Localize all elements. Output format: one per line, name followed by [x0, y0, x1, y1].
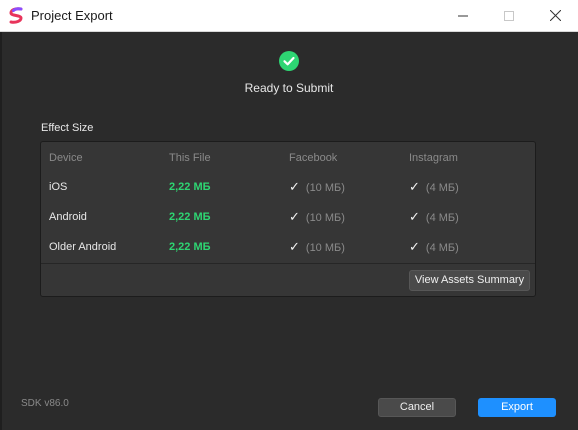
row-file-size: 2,22 МБ [169, 241, 211, 253]
check-icon: ✓ [409, 179, 420, 194]
status-text: Ready to Submit [244, 81, 334, 95]
minimize-button[interactable] [440, 0, 486, 31]
section-title-effect-size: Effect Size [41, 122, 94, 134]
divider [41, 263, 535, 264]
maximize-icon [504, 10, 514, 21]
spark-logo-icon [9, 7, 23, 24]
check-icon: ✓ [289, 179, 300, 194]
window-title: Project Export [31, 8, 113, 23]
sdk-version: SDK v86.0 [21, 398, 69, 409]
facebook-status: ✓ (10 МБ) [289, 209, 345, 225]
title-bar: Project Export [0, 0, 578, 32]
instagram-status: ✓ (4 МБ) [409, 239, 459, 255]
check-icon: ✓ [289, 209, 300, 224]
facebook-status: ✓ (10 МБ) [289, 179, 345, 195]
column-header-instagram: Instagram [409, 152, 458, 164]
close-button[interactable] [532, 0, 578, 31]
column-header-this-file: This File [169, 152, 211, 164]
maximize-button[interactable] [486, 0, 532, 31]
row-device-ios: iOS [49, 181, 68, 193]
instagram-limit: (4 МБ) [425, 242, 459, 254]
row-device-android: Android [49, 211, 87, 223]
facebook-status: ✓ (10 МБ) [289, 239, 345, 255]
close-icon [549, 10, 561, 21]
instagram-limit: (4 МБ) [425, 182, 459, 194]
instagram-status: ✓ (4 МБ) [409, 209, 459, 225]
instagram-status: ✓ (4 МБ) [409, 179, 459, 195]
effect-size-table: Device This File Facebook Instagram iOS … [40, 141, 536, 297]
check-icon: ✓ [409, 239, 420, 254]
check-icon: ✓ [409, 209, 420, 224]
instagram-limit: (4 МБ) [425, 212, 459, 224]
column-header-device: Device [49, 152, 83, 164]
check-circle-icon [279, 51, 299, 71]
check-icon: ✓ [289, 239, 300, 254]
row-device-older-android: Older Android [49, 241, 117, 253]
view-assets-summary-button[interactable]: View Assets Summary [409, 270, 530, 291]
row-file-size: 2,22 МБ [169, 181, 211, 193]
facebook-limit: (10 МБ) [305, 242, 345, 254]
facebook-limit: (10 МБ) [305, 182, 345, 194]
column-header-facebook: Facebook [289, 152, 338, 164]
export-button[interactable]: Export [478, 398, 556, 417]
row-file-size: 2,22 МБ [169, 211, 211, 223]
minimize-icon [458, 15, 468, 16]
cancel-button[interactable]: Cancel [378, 398, 456, 417]
facebook-limit: (10 МБ) [305, 212, 345, 224]
